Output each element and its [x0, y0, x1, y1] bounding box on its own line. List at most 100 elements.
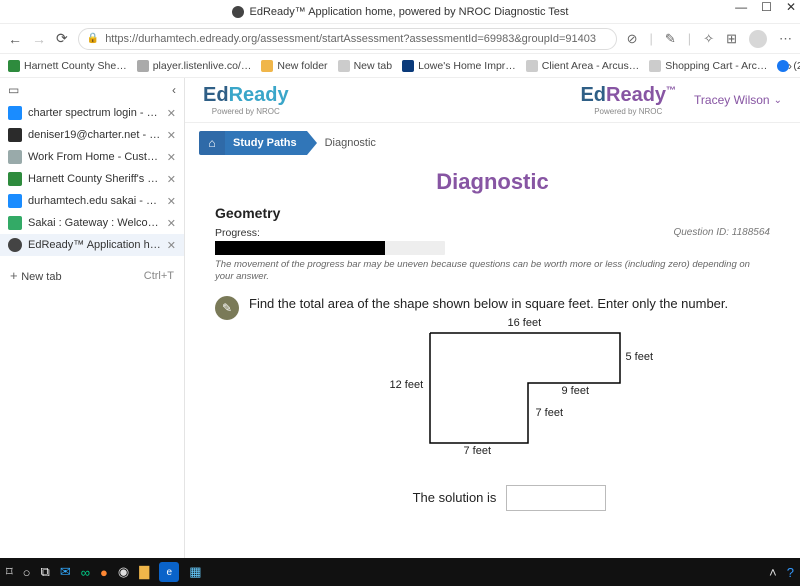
taskbar-firefox-icon[interactable]: ● [100, 565, 108, 580]
question-text: Find the total area of the shape shown b… [249, 296, 770, 311]
logo-ed: Ed [203, 84, 229, 106]
tab-label: Work From Home - Customer Se [28, 151, 161, 163]
bookmark-item[interactable]: Client Area - Arcus… [526, 60, 639, 72]
user-menu[interactable]: Tracey Wilson ⌄ [694, 93, 782, 107]
user-name: Tracey Wilson [694, 93, 770, 107]
tab-close-button[interactable]: ✕ [167, 173, 176, 186]
tab-item[interactable]: Harnett County Sheriff's Office C ✕ [0, 168, 184, 190]
breadcrumb-label: Study Paths [233, 137, 297, 149]
taskbar-help-icon[interactable]: ? [787, 565, 794, 580]
bookmark-item[interactable]: Harnett County She… [8, 60, 127, 72]
tab-item[interactable]: durhamtech.edu sakai - Bing✕ [0, 190, 184, 212]
tab-label: Sakai : Gateway : Welcome [28, 217, 161, 229]
bookmark-item[interactable]: Lowe's Home Impr… [402, 60, 516, 72]
tabs-menu-icon[interactable]: ▭ [8, 83, 19, 97]
bookmark-item[interactable]: Shopping Cart - Arc… [649, 60, 767, 72]
bookmark-label: player.listenlive.co/… [153, 60, 252, 72]
window-maximize-button[interactable]: ☐ [761, 0, 772, 14]
tab-close-button[interactable]: ✕ [167, 239, 176, 252]
tab-close-button[interactable]: ✕ [167, 217, 176, 230]
logo-ready: Ready [229, 84, 289, 106]
tabs-collapse-icon[interactable]: ‹ [172, 83, 176, 97]
tab-label: Harnett County Sheriff's Office C [28, 173, 161, 185]
dim-step-h: 9 feet [562, 385, 590, 397]
answer-prefix: The solution is [413, 490, 497, 505]
pencil-icon: ✎ [215, 296, 239, 320]
tab-item-active[interactable]: EdReady™ Application home, po ✕ [0, 234, 184, 256]
section-title: Geometry [215, 205, 770, 221]
breadcrumb: ⌂ Study Paths Diagnostic [185, 123, 800, 163]
plus-icon: + [10, 268, 21, 283]
edready-logo-left[interactable]: EdReady Powered by NROC [203, 84, 289, 116]
refresh-button[interactable]: ⟳ [56, 30, 68, 47]
answer-row: The solution is [249, 485, 770, 511]
tab-item[interactable]: deniser19@charter.net - Webma ✕ [0, 124, 184, 146]
taskbar-mail-icon[interactable]: ✉ [60, 564, 71, 580]
taskbar-dropbox-icon[interactable]: ⧉ [41, 564, 50, 580]
edit-icon[interactable]: ✎ [665, 31, 676, 47]
more-icon[interactable]: ⋯ [779, 31, 792, 47]
taskbar-explorer-icon[interactable]: ▇ [139, 564, 149, 580]
bookmark-label: New folder [277, 60, 327, 72]
taskbar-edge-icon[interactable]: e [159, 562, 179, 582]
edready-icon [8, 238, 22, 252]
logo-subtitle: Powered by NROC [212, 107, 280, 116]
url-text: https://durhamtech.edready.org/assessmen… [105, 33, 596, 45]
collections-icon[interactable]: ⊞ [726, 31, 737, 47]
tab-label: charter spectrum login - Bing [28, 107, 161, 119]
tab-item[interactable]: Work From Home - Customer Se ✕ [0, 146, 184, 168]
breadcrumb-current: Diagnostic [307, 131, 386, 155]
tab-close-button[interactable]: ✕ [167, 129, 176, 142]
bookmark-label: New tab [354, 60, 393, 72]
back-button[interactable]: ← [8, 31, 22, 47]
lock-icon: 🔒 [87, 33, 99, 44]
tab-close-button[interactable]: ✕ [167, 151, 176, 164]
bookmark-item[interactable]: New tab [338, 60, 393, 72]
taskbar-loop-icon[interactable]: ∞ [81, 565, 90, 580]
tab-label: deniser19@charter.net - Webma [28, 129, 161, 141]
taskbar-calculator-icon[interactable]: ▦ [189, 564, 201, 580]
tab-item[interactable]: Sakai : Gateway : Welcome ✕ [0, 212, 184, 234]
task-view-icon[interactable]: ⌑ [6, 564, 13, 580]
bookmarks-overflow-button[interactable]: › [788, 59, 792, 73]
read-aloud-icon[interactable]: ⊘ [627, 31, 638, 47]
bookmark-item[interactable]: player.listenlive.co/… [137, 60, 252, 72]
dim-left: 12 feet [390, 379, 424, 391]
chevron-down-icon: ⌄ [774, 95, 782, 106]
tab-item[interactable]: charter spectrum login - Bing ✕ [0, 102, 184, 124]
tab-close-button[interactable]: ✕ [167, 195, 176, 208]
progress-bar-fill [215, 241, 385, 255]
page-icon [8, 150, 22, 164]
tab-close-button[interactable]: ✕ [167, 107, 176, 120]
bookmark-label: Harnett County She… [24, 60, 127, 72]
window-close-button[interactable]: ✕ [786, 0, 796, 14]
bing-icon [8, 106, 22, 120]
breadcrumb-home[interactable]: ⌂ [199, 131, 225, 155]
logo-subtitle: Powered by NROC [594, 107, 662, 116]
taskbar-chrome-icon[interactable]: ◉ [118, 564, 129, 580]
window-titlebar: EdReady™ Application home, powered by NR… [0, 0, 800, 24]
vertical-tabs-sidebar: ▭ ‹ charter spectrum login - Bing ✕ denis… [0, 78, 185, 558]
cortana-icon[interactable]: ○ [23, 565, 31, 580]
edready-logo-right: EdReady™ Powered by NROC [580, 84, 676, 116]
browser-toolbar: ← → ⟳ 🔒 https://durhamtech.edready.org/a… [0, 24, 800, 54]
answer-input[interactable] [506, 485, 606, 511]
address-bar[interactable]: 🔒 https://durhamtech.edready.org/assessm… [78, 28, 617, 50]
shape-svg [390, 319, 630, 459]
dim-top: 16 feet [508, 317, 542, 329]
lowes-icon [402, 60, 414, 72]
bookmark-folder[interactable]: New folder [261, 60, 327, 72]
dim-bottom: 7 feet [464, 445, 492, 457]
taskbar-chevron-up-icon[interactable]: ˄ [769, 565, 777, 580]
page-icon [526, 60, 538, 72]
tab-label: EdReady™ Application home, po [28, 239, 161, 251]
favorites-icon[interactable]: ✧ [703, 31, 714, 47]
profile-avatar[interactable] [749, 30, 767, 48]
windows-taskbar: ⌑ ○ ⧉ ✉ ∞ ● ◉ ▇ e ▦ ˄ ? [0, 558, 800, 586]
window-minimize-button[interactable]: — [735, 0, 747, 14]
dim-step-v: 7 feet [536, 407, 564, 419]
toolbar-divider: | [650, 31, 653, 46]
breadcrumb-study-paths[interactable]: Study Paths [225, 131, 307, 155]
new-tab-button[interactable]: + New tab Ctrl+T [0, 262, 184, 289]
forward-button: → [32, 31, 46, 47]
